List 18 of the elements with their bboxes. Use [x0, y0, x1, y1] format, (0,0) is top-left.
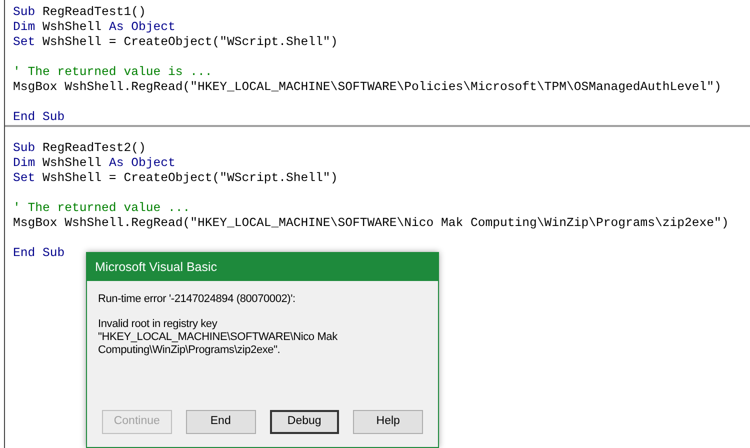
code-line: Sub RegReadTest2() — [13, 141, 146, 156]
code-line: MsgBox WshShell.RegRead("HKEY_LOCAL_MACHINE\SOFTWARE\Nico Mak Computing\WinZip\Programs\zip2exe") — [13, 216, 729, 231]
code-line: Sub RegReadTest1() — [13, 5, 146, 20]
dialog-button[interactable]: End — [186, 410, 256, 434]
code-line: ' The returned value ... — [13, 201, 190, 216]
code-line: Set WshShell = CreateObject("WScript.Shell") — [13, 171, 338, 186]
code-line: End Sub — [13, 246, 65, 261]
code-line: End Sub — [13, 110, 65, 125]
code-line: Set WshShell = CreateObject("WScript.Shell") — [13, 35, 338, 50]
dialog-button[interactable]: Debug — [270, 410, 340, 434]
dialog-button[interactable]: Help — [353, 410, 423, 434]
dialog-title: Microsoft Visual Basic — [87, 253, 438, 281]
error-heading: Run-time error '-2147024894 (80070002)': — [98, 293, 296, 306]
code-line: ' The returned value is ... — [13, 65, 212, 80]
code-line: Dim WshShell As Object — [13, 156, 176, 171]
error-message: Invalid root in registry key "HKEY_LOCAL_MACHINE\SOFTWARE\Nico Mak Computing\WinZip\Programs\zip2exe". — [98, 318, 338, 357]
code-line: MsgBox WshShell.RegRead("HKEY_LOCAL_MACHINE\SOFTWARE\Policies\Microsoft\TPM\OSManagedAuthLevel") — [13, 80, 722, 95]
code-line: Dim WshShell As Object — [13, 20, 176, 35]
